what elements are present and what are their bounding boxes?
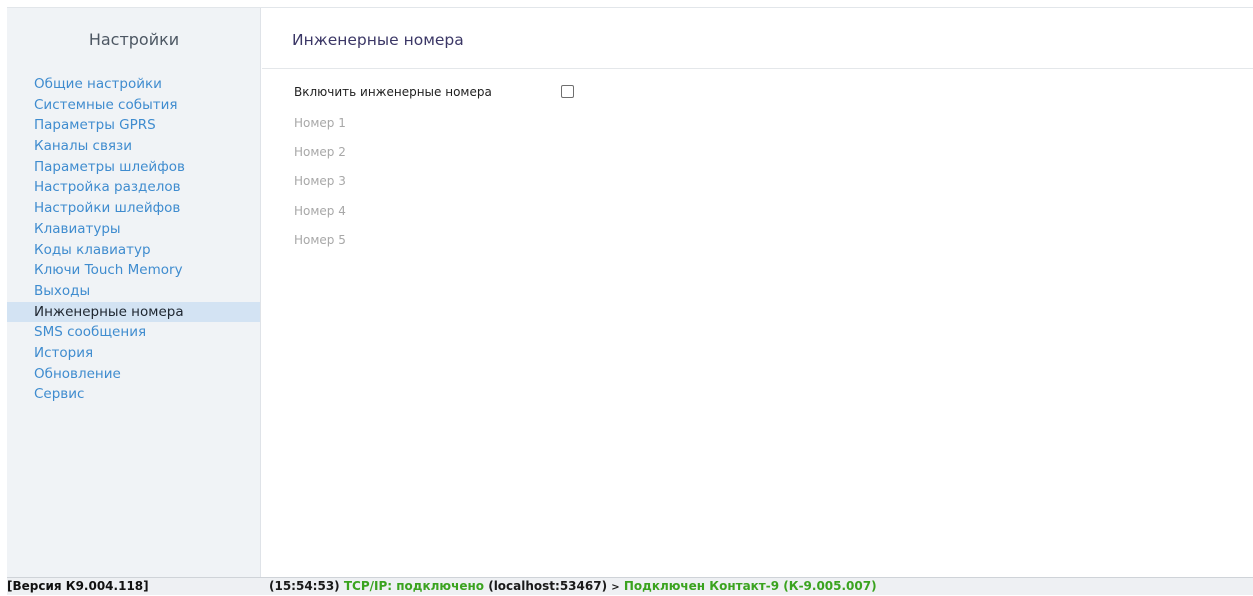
status-host: (localhost:53467) [488,579,608,593]
sidebar-item-gprs[interactable]: Параметры GPRS [7,115,260,136]
sidebar-item-keypad-codes[interactable]: Коды клавиатур [7,240,260,261]
status-connection-label: TCP/IP: подключено [343,579,485,593]
sidebar-item-engineer-numbers[interactable]: Инженерные номера [7,301,260,323]
status-device: Подключен Контакт-9 (К-9.005.007) [623,579,877,593]
main-panel: Инженерные номера Включить инженерные но… [262,8,1253,577]
sidebar-nav: Общие настройки Системные события Параме… [7,74,260,405]
status-separator-icon: > [611,582,620,593]
connection-status: (15:54:53) TCP/IP: подключено (localhost… [269,578,877,596]
sidebar-item-touch-memory[interactable]: Ключи Touch Memory [7,260,260,281]
sidebar-item-keypads[interactable]: Клавиатуры [7,219,260,240]
numbers-list: Номер 1 Номер 2 Номер 3 Номер 4 Номер 5 [294,116,346,262]
sidebar-item-service[interactable]: Сервис [7,384,260,405]
sidebar-item-sms[interactable]: SMS сообщения [7,322,260,343]
page-title: Инженерные номера [292,31,464,49]
number-label-1: Номер 1 [294,116,346,130]
title-divider [262,68,1253,69]
status-bar: [Версия К9.004.118] (15:54:53) TCP/IP: п… [7,577,1253,595]
status-time: (15:54:53) [269,579,340,593]
sidebar-item-loop-params[interactable]: Параметры шлейфов [7,157,260,178]
enable-checkbox[interactable] [561,85,574,98]
version-label: [Версия К9.004.118] [7,579,149,593]
number-label-3: Номер 3 [294,174,346,189]
number-label-5: Номер 5 [294,232,346,247]
sidebar-item-update[interactable]: Обновление [7,364,260,385]
number-label-2: Номер 2 [294,145,346,160]
sidebar-item-history[interactable]: История [7,343,260,364]
enable-label: Включить инженерные номера [294,85,492,99]
sidebar-item-channels[interactable]: Каналы связи [7,136,260,157]
app-window: Настройки Общие настройки Системные собы… [0,0,1253,595]
sidebar-item-partitions[interactable]: Настройка разделов [7,177,260,198]
sidebar-item-loop-settings[interactable]: Настройки шлейфов [7,198,260,219]
sidebar-title: Настройки [88,30,180,49]
sidebar: Настройки Общие настройки Системные собы… [7,8,261,577]
sidebar-item-system-events[interactable]: Системные события [7,95,260,116]
sidebar-item-outputs[interactable]: Выходы [7,281,260,302]
number-label-4: Номер 4 [294,203,346,218]
sidebar-item-general[interactable]: Общие настройки [7,74,260,95]
